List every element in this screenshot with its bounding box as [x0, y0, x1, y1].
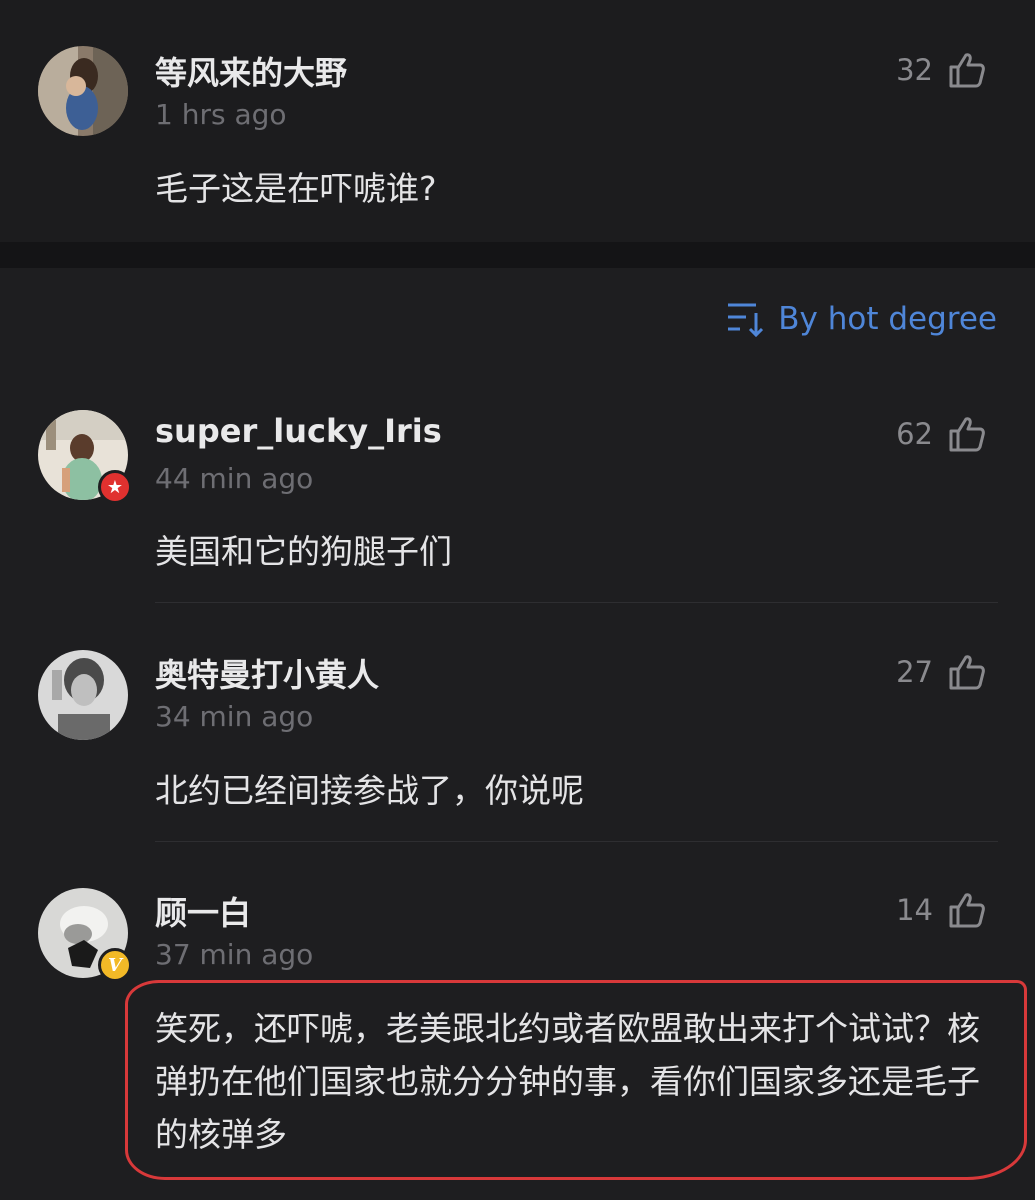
avatar-image — [38, 46, 128, 136]
like-count: 14 — [896, 893, 933, 927]
thumbs-up-icon — [949, 53, 985, 88]
pinned-comment-card: 等风来的大野 1 hrs ago 32 毛子这是在吓唬谁? — [0, 0, 1035, 242]
comment-text: 美国和它的狗腿子们 — [155, 532, 452, 571]
comments-page: 等风来的大野 1 hrs ago 32 毛子这是在吓唬谁? By hot deg… — [0, 0, 1035, 1200]
thumbs-up-icon — [949, 655, 985, 690]
thumbs-up-icon — [949, 417, 985, 452]
sort-by-hot-button[interactable]: By hot degree — [726, 296, 997, 342]
like-button[interactable]: 27 — [896, 650, 987, 694]
v-verified-badge: V — [98, 948, 132, 982]
sort-icon — [728, 303, 764, 337]
comment-text: 毛子这是在吓唬谁? — [155, 169, 437, 208]
comment-text: 笑死，还吓唬，老美跟北约或者欧盟敢出来打个试试？核弹扔在他们国家也就分分钟的事，… — [155, 1009, 980, 1154]
section-divider — [0, 242, 1035, 268]
timestamp: 44 min ago — [155, 462, 314, 495]
username[interactable]: 等风来的大野 — [155, 48, 347, 94]
timestamp: 37 min ago — [155, 938, 314, 971]
like-count: 27 — [896, 655, 933, 689]
avatar[interactable]: V — [38, 888, 132, 982]
like-button[interactable]: 62 — [896, 412, 987, 456]
username[interactable]: 顾一白 — [155, 888, 251, 934]
username[interactable]: 奥特曼打小黄人 — [155, 650, 379, 696]
like-button[interactable]: 14 — [896, 888, 987, 932]
avatar[interactable] — [38, 46, 128, 136]
timestamp: 34 min ago — [155, 700, 314, 733]
avatar[interactable] — [38, 650, 128, 740]
thumbs-up-icon — [949, 893, 985, 928]
like-button[interactable]: 32 — [896, 48, 987, 92]
like-count: 32 — [896, 53, 933, 87]
comment-separator — [155, 602, 998, 603]
comment-text: 北约已经间接参战了，你说呢 — [155, 771, 584, 810]
comment-separator — [155, 841, 998, 842]
sort-label: By hot degree — [778, 301, 997, 337]
red-star-badge: ★ — [98, 470, 132, 504]
timestamp: 1 hrs ago — [155, 98, 287, 131]
username[interactable]: super_lucky_Iris — [155, 412, 442, 450]
like-count: 62 — [896, 417, 933, 451]
avatar[interactable]: ★ — [38, 410, 132, 504]
avatar-image — [38, 650, 128, 740]
